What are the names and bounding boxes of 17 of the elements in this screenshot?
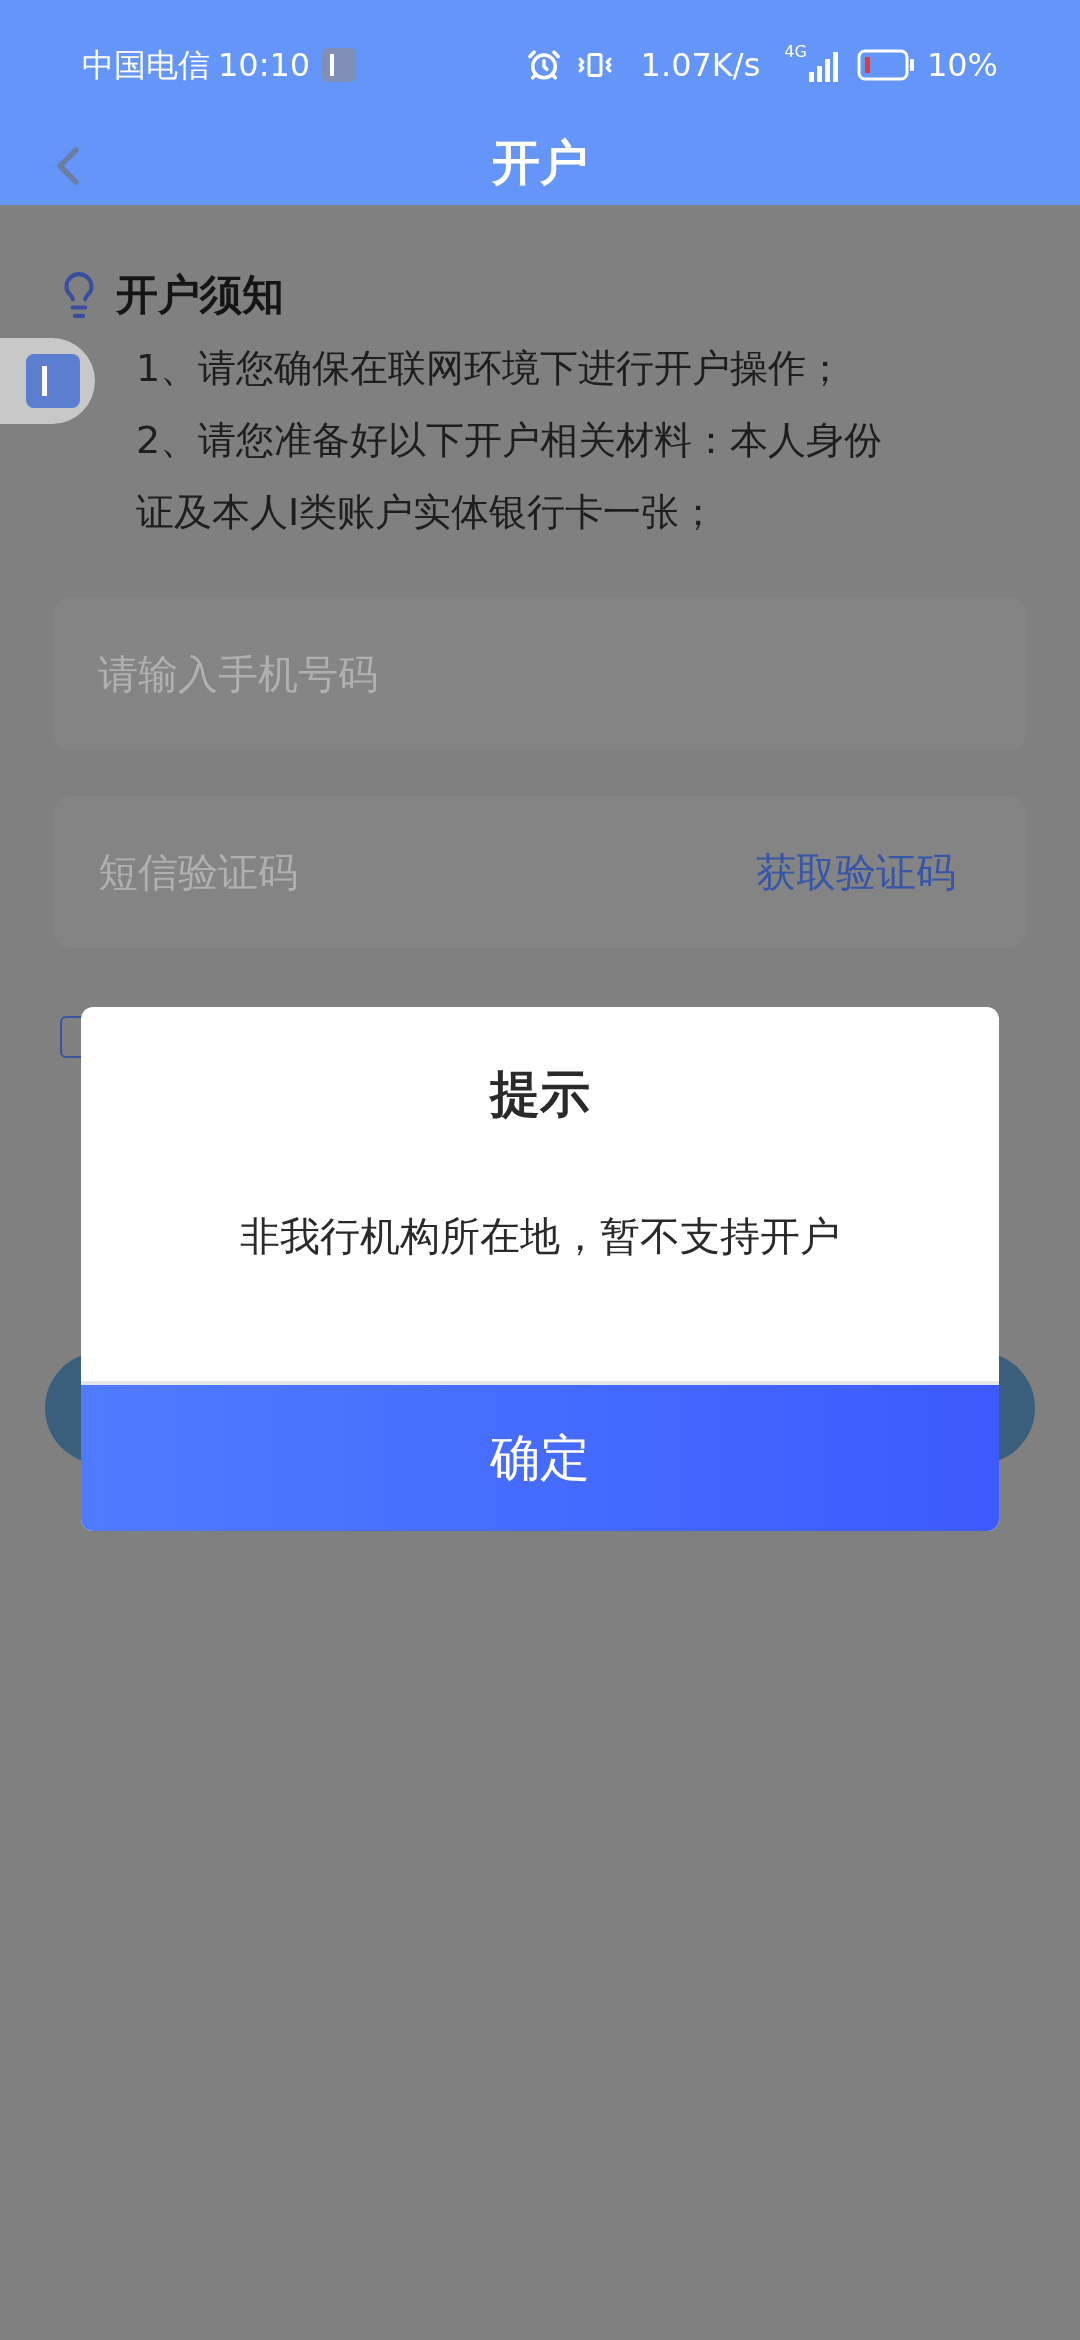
clock-text: 10:10 [218, 45, 311, 86]
battery-icon [856, 49, 915, 81]
get-code-link[interactable]: 获取验证码 [756, 842, 956, 902]
notice-item: 1、请您确保在联网环境下进行开户操作； [136, 345, 846, 392]
app-icon [322, 48, 357, 82]
dialog-message: 非我行机构所在地，暂不支持开户 [240, 1212, 840, 1261]
alarm-icon [526, 48, 561, 82]
battery-text: 10% [926, 45, 998, 86]
notice-title: 开户须知 [116, 269, 284, 321]
network-text: 4G [784, 41, 807, 63]
net-speed-text: 1.07K/s [640, 45, 761, 86]
dialog-title: 提示 [490, 1064, 590, 1125]
floating-app-badge[interactable] [0, 338, 95, 424]
page-title: 开户 [492, 132, 588, 192]
notice-item: 2、请您准备好以下开户相关材料：本人身份证及本人I类账户实体银行卡一张； [136, 417, 884, 536]
confirm-button[interactable]: 确定 [81, 1385, 999, 1531]
carrier-text: 中国电信 [82, 45, 210, 86]
